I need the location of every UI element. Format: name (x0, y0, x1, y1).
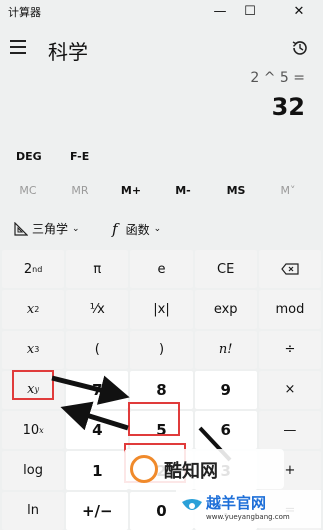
cube-button[interactable]: x3 (2, 330, 65, 369)
function-dropdown[interactable]: f 函数 ⌄ (112, 220, 161, 238)
memory-list-button[interactable]: M˅ (263, 184, 313, 197)
trig-label: 三角学 (32, 222, 69, 236)
second-button[interactable]: 2nd (2, 250, 65, 289)
ce-button[interactable]: CE (194, 250, 257, 289)
exp-button[interactable]: exp (194, 290, 257, 329)
reciprocal-button[interactable]: ⅟x (66, 290, 129, 329)
digit-7-button[interactable]: 7 (66, 370, 129, 410)
watermark-brand: 越羊官网 www.yueyangbang.com (176, 490, 321, 528)
menu-icon[interactable] (10, 40, 26, 54)
highlight-five-key (128, 402, 180, 436)
triangle-ruler-icon (14, 221, 28, 236)
log-button[interactable]: log (2, 451, 65, 490)
chevron-down-icon: ⌄ (153, 224, 162, 234)
digit-4-button[interactable]: 4 (66, 411, 129, 450)
result-display: 32 (271, 93, 305, 121)
m-plus-button[interactable]: M+ (106, 184, 156, 197)
factorial-button[interactable]: n! (194, 330, 257, 369)
mc-button[interactable]: MC (3, 184, 53, 197)
expression-display: 2 ^ 5 = (250, 70, 305, 86)
digit-9-button[interactable]: 9 (194, 370, 257, 410)
function-icon: f (112, 220, 118, 238)
mod-button[interactable]: mod (258, 290, 321, 329)
backspace-icon (281, 263, 299, 275)
digit-1-button[interactable]: 1 (66, 451, 129, 490)
page-title: 科学 (48, 40, 88, 64)
brand-url: www.yueyangbang.com (206, 513, 290, 521)
divide-button[interactable]: ÷ (258, 330, 321, 369)
left-paren-button[interactable]: ( (66, 330, 129, 369)
title-bar: 计算器 — ☐ ✕ (0, 0, 323, 22)
watermark-text: 酷知网 (164, 461, 218, 482)
ln-button[interactable]: ln (2, 491, 65, 530)
minimize-button[interactable]: — (205, 0, 235, 22)
square-button[interactable]: x2 (2, 290, 65, 329)
function-label: 函数 (125, 222, 150, 237)
backspace-button[interactable] (258, 250, 321, 289)
watermark-logo-icon (130, 455, 158, 483)
brand-text: 越羊官网 (206, 494, 267, 512)
ms-button[interactable]: MS (211, 184, 261, 197)
right-paren-button[interactable]: ) (130, 330, 193, 369)
maximize-button[interactable]: ☐ (235, 0, 265, 22)
mr-button[interactable]: MR (55, 184, 105, 197)
highlight-power-key (12, 370, 54, 400)
header: 科学 (0, 28, 323, 68)
multiply-button[interactable]: × (258, 370, 321, 410)
negate-button[interactable]: +/− (66, 491, 129, 530)
history-icon[interactable] (290, 38, 310, 58)
pi-button[interactable]: π (66, 250, 129, 289)
e-button[interactable]: e (130, 250, 193, 289)
close-button[interactable]: ✕ (284, 0, 314, 22)
chevron-down-icon: ⌄ (72, 223, 80, 234)
app-title: 计算器 (8, 6, 41, 19)
brand-logo-icon (182, 499, 202, 510)
mode-row: DEG F-E (0, 150, 323, 166)
ten-power-button[interactable]: 10 x (2, 411, 65, 450)
function-row: 三角学 ⌄ f 函数 ⌄ (0, 220, 323, 240)
m-minus-button[interactable]: M- (158, 184, 208, 197)
memory-row: MC MR M+ M- MS M˅ (0, 184, 323, 200)
abs-button[interactable]: |x| (130, 290, 193, 329)
trig-dropdown[interactable]: 三角学 ⌄ (14, 220, 80, 237)
fe-button[interactable]: F-E (70, 150, 89, 163)
deg-button[interactable]: DEG (16, 150, 42, 163)
